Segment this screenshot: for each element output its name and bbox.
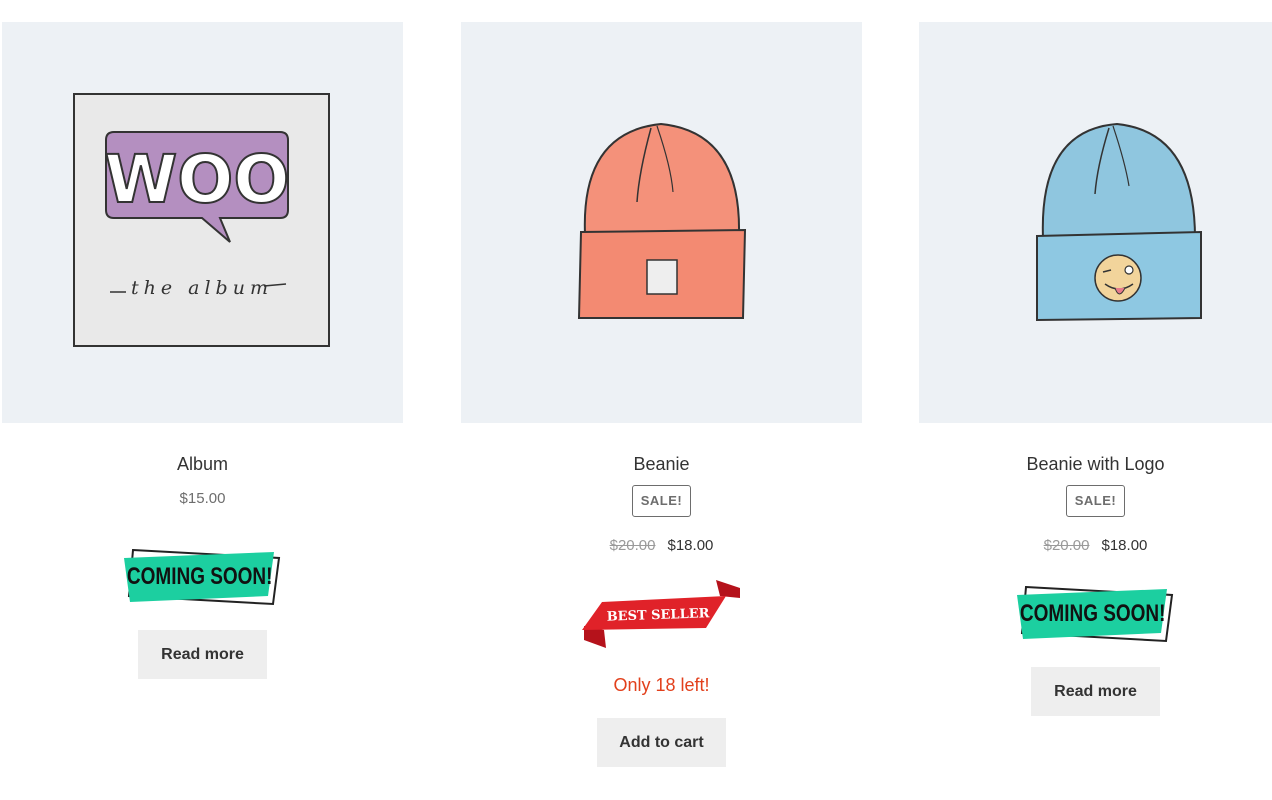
product-card-beanie-with-logo: Beanie with Logo SALE! $20.00 $18.00 COMI…	[919, 22, 1272, 716]
album-caption-text: the album	[131, 277, 273, 299]
product-image-beanie[interactable]	[461, 22, 862, 423]
best-seller-ribbon: BEST SELLER	[581, 580, 740, 648]
product-price: $15.00	[179, 490, 226, 507]
product-card-beanie: Beanie SALE! $20.00 $18.00 BEST SELLER On…	[461, 22, 862, 767]
product-title[interactable]: Beanie	[461, 453, 862, 475]
badge-text: COMING SOON!	[126, 563, 272, 589]
beanie-with-logo-illustration	[1036, 122, 1202, 322]
product-title[interactable]: Beanie with Logo	[919, 453, 1272, 475]
album-artwork: WOO the album	[73, 93, 330, 347]
album-logo-text: WOO	[104, 141, 289, 218]
beanie-illustration	[577, 122, 747, 319]
product-image-album[interactable]: WOO the album	[2, 22, 403, 423]
original-price: $20.00	[1043, 537, 1090, 554]
emoji-icon	[1094, 254, 1142, 302]
product-title[interactable]: Album	[2, 453, 403, 475]
read-more-button[interactable]: Read more	[1031, 667, 1160, 716]
sale-price: $18.00	[667, 537, 714, 554]
coming-soon-badge: COMING SOON!	[123, 548, 280, 606]
product-price: $20.00 $18.00	[461, 537, 862, 555]
badge-text: COMING SOON!	[1019, 600, 1165, 626]
original-price: $20.00	[609, 537, 656, 554]
product-price: $20.00 $18.00	[919, 537, 1272, 555]
read-more-button[interactable]: Read more	[138, 630, 267, 679]
stock-status: Only 18 left!	[613, 675, 710, 695]
sale-badge: SALE!	[1065, 485, 1126, 517]
sale-badge: SALE!	[631, 485, 692, 517]
coming-soon-badge: COMING SOON!	[1016, 585, 1173, 643]
product-image-beanie-with-logo[interactable]	[919, 22, 1272, 423]
add-to-cart-button[interactable]: Add to cart	[597, 718, 726, 767]
sale-price: $18.00	[1101, 537, 1148, 554]
product-card-album: WOO the album Album $15.00 COMING SOON! …	[2, 22, 403, 679]
